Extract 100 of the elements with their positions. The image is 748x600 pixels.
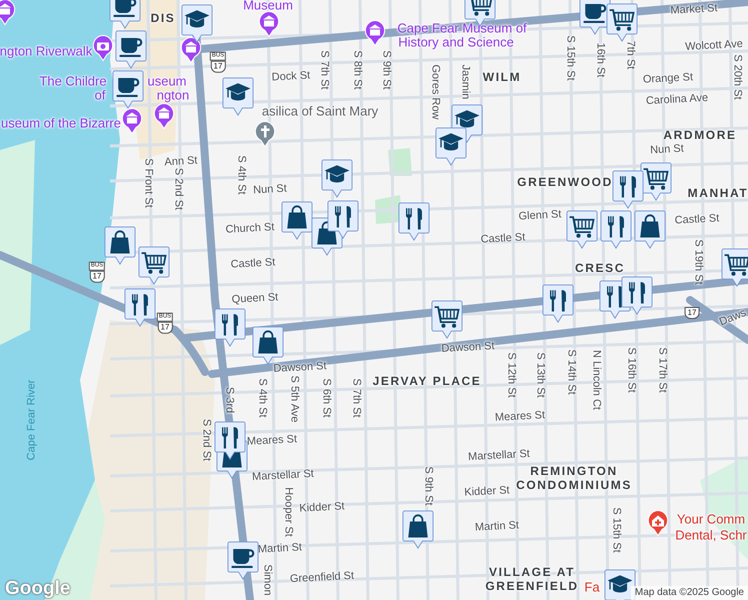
- coffee-cup-marker-icon[interactable]: [115, 30, 147, 69]
- museum-marker-icon[interactable]: [153, 102, 175, 130]
- street-label: S 8th St: [352, 50, 362, 90]
- neighborhood-label: REMINGTON: [530, 465, 618, 477]
- street-label: S 14th St: [566, 349, 576, 395]
- neighborhood-label: GREENFIELD: [485, 580, 579, 592]
- attraction-label: The Childre: [39, 74, 107, 88]
- street-label: S 15th St: [564, 35, 576, 81]
- shopping-cart-marker-icon[interactable]: [640, 162, 672, 201]
- street-label: Meares St: [246, 434, 298, 448]
- coffee-cup-marker-icon[interactable]: [109, 0, 141, 29]
- street-label: Gores Row: [430, 64, 440, 120]
- clinic-label: Your Comm: [676, 512, 746, 526]
- street-label: Martin St: [258, 542, 302, 556]
- street-label: Church St: [225, 222, 275, 236]
- street-label: Marstellar St: [252, 468, 314, 484]
- museum-marker-icon[interactable]: [121, 108, 143, 134]
- attraction-label: of: [94, 88, 106, 102]
- street-label: Kidder St: [299, 501, 345, 515]
- shopping-cart-marker-icon[interactable]: [721, 248, 748, 287]
- shopping-cart-marker-icon[interactable]: [431, 300, 463, 339]
- neighborhood-label: MANHAT: [688, 187, 748, 199]
- street-label: S 16th St: [626, 347, 636, 393]
- street-label: 16th St: [594, 42, 606, 78]
- fork-knife-marker-icon[interactable]: [214, 421, 246, 460]
- street-label: Ann St: [164, 156, 198, 168]
- street-label: Martin St: [474, 520, 520, 534]
- neighborhood-label: ARDMORE: [663, 129, 737, 141]
- clinic-label: Dental, Schr: [675, 528, 747, 542]
- street-label: Meares St: [494, 410, 546, 424]
- fork-knife-marker-icon[interactable]: [600, 210, 632, 249]
- shopping-bag-marker-icon[interactable]: [281, 201, 313, 240]
- graduation-cap-marker-icon[interactable]: [435, 127, 467, 166]
- fork-knife-marker-icon[interactable]: [124, 288, 156, 327]
- street-label: Nun St: [252, 184, 288, 196]
- fork-knife-marker-icon[interactable]: [612, 170, 644, 209]
- street-label: S 17th St: [656, 347, 668, 393]
- street-label: Orange St: [642, 72, 694, 86]
- street-label: S 4th St: [236, 155, 246, 195]
- street-label: S 15th St: [610, 507, 622, 553]
- neighborhood-label: CRESC: [575, 262, 625, 274]
- camera-marker-icon[interactable]: [92, 34, 114, 62]
- street-label: S 7th St: [350, 378, 362, 418]
- street-label: 7th St: [624, 40, 636, 70]
- clinic-marker-icon[interactable]: [647, 510, 669, 536]
- graduation-cap-marker-icon[interactable]: [222, 77, 254, 116]
- street-label: N Lincoln Ct: [590, 350, 602, 410]
- fork-knife-marker-icon[interactable]: [542, 284, 574, 323]
- street-label: Jasmin: [460, 64, 470, 100]
- street-label: Dawson St: [441, 341, 495, 355]
- shopping-cart-marker-icon[interactable]: [566, 210, 598, 249]
- street-label: S 13th St: [534, 352, 546, 398]
- street-label: S 2nd St: [200, 418, 212, 462]
- street-label: S 9th St: [380, 50, 392, 90]
- neighborhood-label: VILLAGE AT: [489, 566, 575, 578]
- street-label: Castle St: [480, 232, 526, 246]
- coffee-cup-marker-icon[interactable]: [227, 541, 259, 580]
- shopping-cart-marker-icon[interactable]: [138, 246, 170, 285]
- coffee-cup-marker-icon[interactable]: [112, 70, 144, 109]
- shopping-bag-marker-icon[interactable]: [402, 510, 434, 549]
- neighborhood-label: GREENWOOD: [517, 176, 613, 188]
- street-label: Dawson St: [273, 361, 327, 375]
- shopping-bag-marker-icon[interactable]: [104, 226, 136, 265]
- shopping-bag-marker-icon[interactable]: [634, 210, 666, 249]
- street-label: S 20th St: [732, 54, 742, 100]
- graduation-cap-marker-icon[interactable]: [181, 4, 213, 43]
- fork-knife-marker-icon[interactable]: [214, 308, 246, 347]
- street-label: S 6th St: [320, 378, 332, 418]
- graduation-cap-marker-icon[interactable]: [321, 159, 353, 198]
- museum-marker-icon[interactable]: [258, 10, 280, 38]
- street-label: Hooper St: [282, 487, 294, 537]
- neighborhood-label: DIS: [150, 12, 176, 24]
- street-label: Carolina Ave: [646, 92, 708, 108]
- fork-knife-marker-icon[interactable]: [398, 202, 430, 241]
- street-label: Glenn St: [518, 209, 562, 223]
- street-label: Castle St: [230, 257, 276, 271]
- fork-knife-marker-icon[interactable]: [621, 276, 653, 315]
- attraction-label: useum: [147, 74, 187, 88]
- graduation-cap-marker-icon[interactable]: [604, 569, 636, 600]
- cross-marker-icon[interactable]: [254, 120, 276, 148]
- museum-marker-icon[interactable]: [364, 20, 386, 46]
- street-label: Daws: [718, 308, 748, 328]
- street-label: Dock St: [271, 70, 311, 84]
- shopping-bag-marker-icon[interactable]: [252, 326, 284, 365]
- attraction-label: ngton Riverwalk: [0, 44, 92, 58]
- fork-knife-marker-icon[interactable]: [327, 200, 359, 239]
- shopping-cart-marker-icon[interactable]: [606, 3, 638, 42]
- street-label: Simon: [262, 564, 272, 596]
- map-attribution: Map data ©2025 Google: [630, 586, 748, 600]
- park-area: [388, 148, 412, 176]
- street-label: S 2nd St: [172, 168, 184, 210]
- street-label: S 9th St: [422, 466, 434, 506]
- route-shield-icon: 17: [684, 307, 700, 319]
- street-label: S 3rd: [224, 386, 234, 414]
- attraction-label: Museum: [243, 0, 293, 12]
- neighborhood-label: JERVAY PLACE: [372, 375, 482, 387]
- street-label: Queen St: [232, 292, 278, 306]
- church-label: asilica of Saint Mary: [262, 104, 378, 118]
- street-label: Market St: [670, 3, 718, 17]
- museum-marker-icon[interactable]: [180, 36, 202, 64]
